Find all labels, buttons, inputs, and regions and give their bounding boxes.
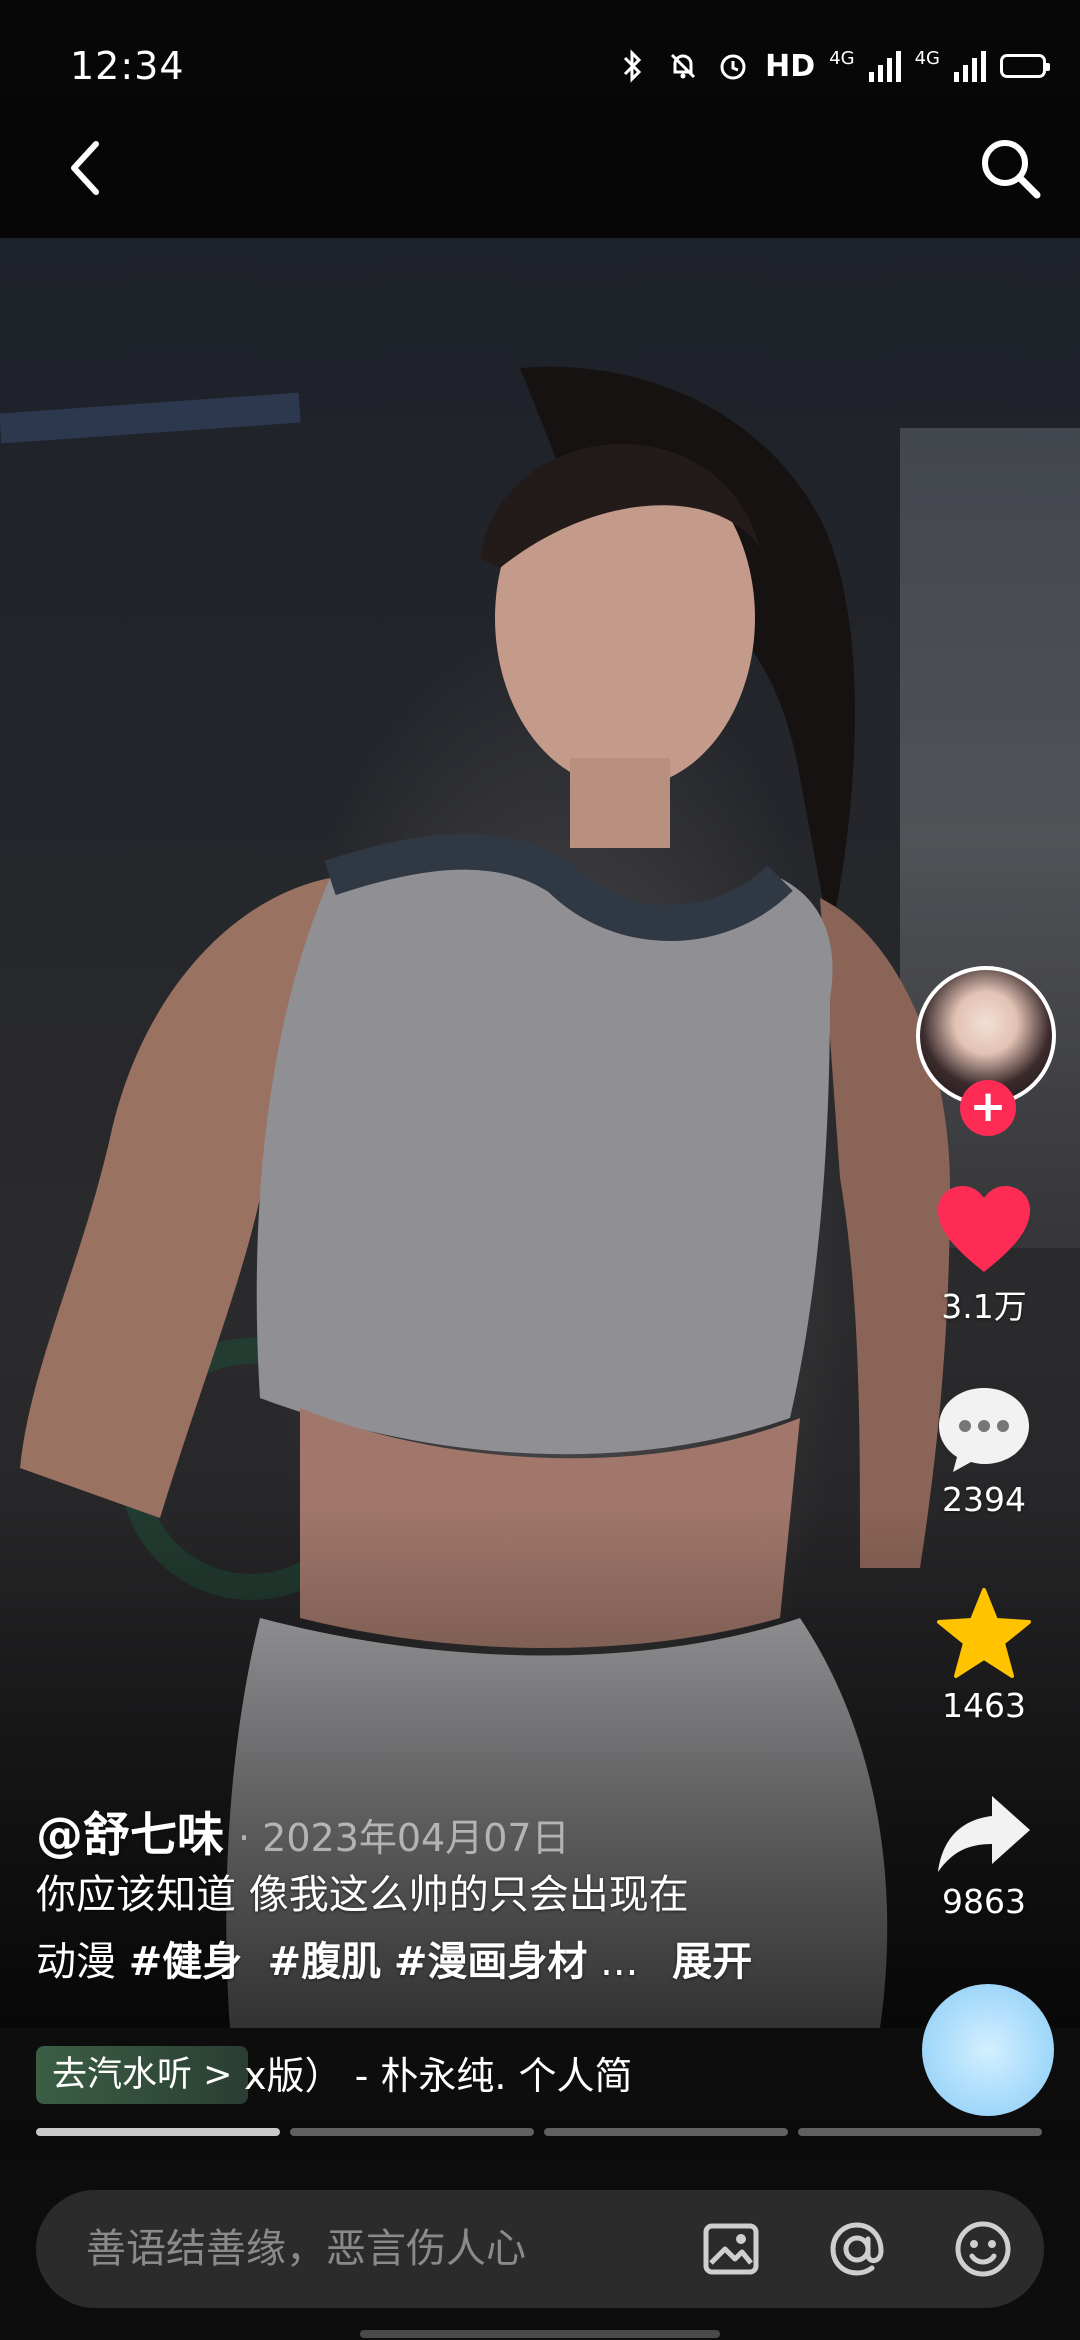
video-player[interactable]: [0, 238, 1080, 2028]
chevron-left-icon: [71, 141, 99, 195]
share-arrow-icon[interactable]: [934, 1790, 1034, 1878]
progress-segment: [290, 2128, 534, 2136]
home-indicator[interactable]: [360, 2330, 720, 2338]
music-title[interactable]: x版） - 朴永纯. 个人简: [244, 2050, 684, 2102]
alarm-icon: [715, 48, 751, 84]
comment-count: 2394: [942, 1480, 1026, 1519]
comment-bubble-icon[interactable]: [935, 1384, 1033, 1476]
author-line: @舒七味 · 2023年04月07日: [36, 1796, 836, 1863]
at-mention-icon[interactable]: [822, 2214, 892, 2284]
status-icons: HD 4G 4G: [615, 48, 1050, 84]
signal-strength-icon-2: [954, 50, 986, 82]
search-icon: [982, 140, 1041, 199]
share-action[interactable]: 9863: [902, 1790, 1066, 1921]
expand-button[interactable]: 展开: [672, 1939, 752, 1985]
status-time: 12:34: [70, 44, 185, 88]
progress-segment: [544, 2128, 788, 2136]
comment-bar: 善语结善缘，恶言伤人心: [0, 2160, 1080, 2340]
hashtag[interactable]: #漫画身材: [394, 1939, 588, 1985]
heart-icon[interactable]: [934, 1184, 1034, 1276]
comment-placeholder: 善语结善缘，恶言伤人心: [86, 2226, 526, 2272]
author-avatar-group[interactable]: +: [916, 966, 1056, 1136]
description-line-1: 你应该知道 像我这么帅的只会出现在: [36, 1872, 689, 1918]
video-caption: @舒七味 · 2023年04月07日 你应该知道 像我这么帅的只会出现在 动漫 …: [36, 1796, 836, 1996]
video-feed-screen: 12:34 HD 4G 4G + 3.1万 2394 1463 9863 @舒七…: [0, 0, 1080, 2340]
music-bar: 去汽水听 > x版） - 朴永纯. 个人简: [0, 1984, 1080, 2120]
progress-segment: [36, 2128, 280, 2136]
author-name[interactable]: @舒七味: [36, 1796, 224, 1865]
like-count: 3.1万: [941, 1287, 1027, 1326]
hd-indicator: HD: [765, 48, 816, 84]
status-bar: 12:34 HD 4G 4G: [0, 0, 1080, 98]
hashtag[interactable]: #腹肌: [268, 1939, 382, 1985]
network-4g-label-2: 4G: [914, 48, 940, 69]
bell-muted-icon: [665, 48, 701, 84]
post-date: · 2023年04月07日: [238, 1816, 570, 1860]
video-description[interactable]: 你应该知道 像我这么帅的只会出现在 动漫 #健身 #腹肌 #漫画身材 ... 展开: [36, 1862, 836, 1996]
comment-action[interactable]: 2394: [902, 1384, 1066, 1519]
emoji-icon[interactable]: [948, 2214, 1018, 2284]
like-action[interactable]: 3.1万: [902, 1184, 1066, 1328]
share-count: 9863: [942, 1882, 1026, 1921]
signal-strength-icon: [868, 50, 901, 82]
star-icon[interactable]: [934, 1586, 1034, 1682]
network-4g-label: 4G: [829, 48, 855, 69]
playback-progress: [36, 2128, 1080, 2138]
back-button[interactable]: [44, 128, 124, 208]
search-button[interactable]: [970, 128, 1050, 208]
top-nav: [0, 98, 1080, 238]
collect-count: 1463: [942, 1686, 1026, 1725]
description-line-2: 动漫 #健身 #腹肌 #漫画身材 ... 展开: [36, 1929, 836, 1996]
comment-input[interactable]: 善语结善缘，恶言伤人心: [36, 2190, 1044, 2308]
battery-icon: [1000, 54, 1050, 78]
music-disc[interactable]: [922, 1984, 1054, 2116]
image-icon[interactable]: [696, 2214, 766, 2284]
hashtag[interactable]: #健身: [129, 1939, 243, 1985]
progress-segment: [798, 2128, 1042, 2136]
description-ellipsis: ...: [600, 1939, 639, 1985]
follow-button[interactable]: +: [960, 1080, 1016, 1136]
description-line-2-text: 动漫: [36, 1939, 129, 1985]
bluetooth-icon: [615, 48, 651, 84]
open-in-music-app-button[interactable]: 去汽水听 >: [36, 2046, 249, 2104]
collect-action[interactable]: 1463: [902, 1586, 1066, 1725]
